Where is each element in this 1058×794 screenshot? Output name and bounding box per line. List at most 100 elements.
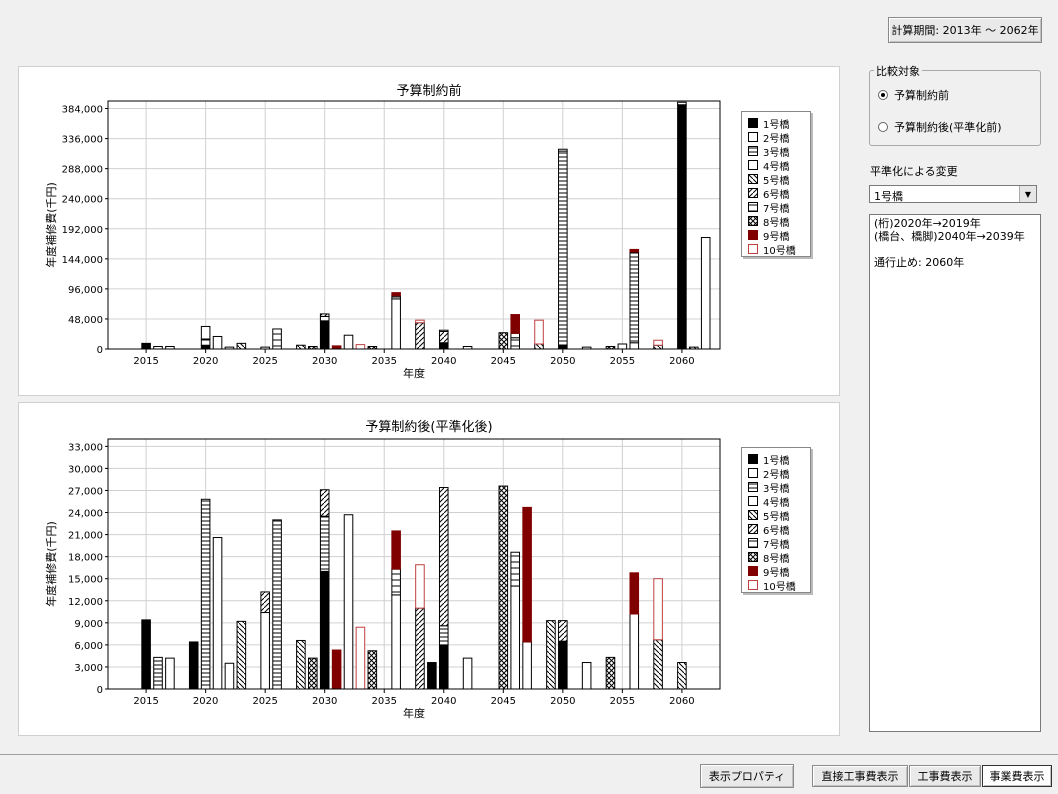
x-tick-label: 2045	[491, 356, 516, 367]
legend-swatch	[748, 174, 758, 184]
radio-before[interactable]: 予算制約前	[878, 87, 949, 103]
radio-before-dot[interactable]	[878, 90, 888, 100]
bridge-select[interactable]: 1号橋 ▼	[869, 185, 1037, 203]
chart-after: 0 3,000 6,000 9,000 12,000 15,000 18,000 21,000…	[44, 438, 721, 720]
radio-after-dot[interactable]	[878, 122, 888, 132]
legend-item: 6号橋	[748, 186, 789, 201]
x-tick-label: 2030	[312, 356, 337, 367]
change-notes: (桁)2020年→2019年 (橋台、橋脚)2040年→2039年 通行止め: …	[869, 214, 1041, 732]
note-line: (橋台、橋脚)2040年→2039年	[874, 230, 1025, 243]
bar-segment-2038-6	[415, 322, 425, 350]
legend-label: 9号橋	[763, 231, 790, 243]
period-button[interactable]: 計算期間: 2013年 ～ 2062年	[888, 17, 1042, 43]
y-tick-label: 144,000	[62, 255, 103, 266]
legend-label: 1号橋	[763, 119, 790, 131]
bar-segment-2040-1	[438, 644, 449, 690]
radio-after[interactable]: 予算制約後(平準化前)	[878, 119, 1002, 135]
bar-segment-2032-2	[343, 514, 354, 690]
tab-direct-cost[interactable]: 直接工事費表示	[812, 765, 908, 787]
bar-segment-2020-1	[200, 344, 211, 350]
legend-item: 7号橋	[748, 200, 789, 215]
bar-segment-2055-4	[617, 343, 628, 350]
legend-label: 2号橋	[763, 469, 790, 481]
y-tick-label: 336,000	[62, 135, 103, 146]
bar-segment-2038-10	[415, 319, 425, 324]
legend-item: 3号橋	[748, 480, 789, 495]
legend-swatch	[748, 538, 758, 548]
bar-segment-2040-3	[438, 329, 449, 332]
bar-segment-2036-2	[391, 298, 401, 350]
bar-segment-2030-7	[319, 315, 330, 322]
legend-swatch	[748, 496, 758, 506]
bar-segment-2025-6	[260, 591, 270, 614]
legend-swatch	[748, 244, 758, 254]
legend-swatch	[748, 202, 758, 212]
bar-segment-2052-2	[581, 662, 592, 690]
bar-segment-2048-5	[534, 343, 544, 350]
legend-item: 7号橋	[748, 536, 790, 551]
chevron-down-icon[interactable]: ▼	[1019, 186, 1036, 202]
bar-segment-2030-6	[319, 313, 330, 317]
bar-segment-2047-2	[522, 641, 532, 690]
x-tick-label: 2050	[550, 356, 575, 367]
bar-segment-2036-9	[391, 530, 401, 570]
legend-label: 4号橋	[763, 161, 790, 173]
legend-swatch	[748, 132, 758, 142]
legend-label: 1号橋	[763, 455, 790, 467]
tab-construction-cost[interactable]: 工事費表示	[909, 765, 981, 787]
bar-segment-2050-1	[558, 344, 568, 350]
bar-segment-2056-2	[629, 613, 640, 690]
bar-segment-2036-2	[391, 594, 401, 690]
legend-swatch	[748, 482, 758, 492]
bar-segment-2060-1	[677, 104, 687, 350]
legend-swatch	[748, 216, 758, 226]
y-tick-label: 3,000	[74, 663, 103, 674]
y-tick-label: 6,000	[74, 641, 103, 652]
x-tick-label: 2015	[133, 356, 158, 367]
tab-project-cost[interactable]: 事業費表示	[982, 765, 1052, 787]
legend-label: 8号橋	[763, 217, 790, 229]
legend-swatch	[748, 454, 758, 464]
legend-item: 2号橋	[748, 130, 789, 145]
x-tick-label: 2050	[550, 696, 575, 707]
legend-before: 1号橋 2号橋 3号橋 4号橋 5号橋 6号橋 7号橋 8号橋 9号橋 10号橋	[741, 111, 811, 257]
bar-segment-2049-5	[546, 620, 556, 690]
legend-label: 10号橋	[763, 581, 796, 593]
x-tick-label: 2025	[252, 356, 277, 367]
legend-label: 4号橋	[763, 497, 790, 509]
y-tick-label: 288,000	[62, 165, 103, 176]
legend-label: 5号橋	[763, 175, 790, 187]
x-tick-label: 2055	[610, 356, 635, 367]
chart-panel-after: 予算制約後(平準化後) 0 3,000 6,000 9,000 12,000 15,000…	[18, 402, 840, 736]
legend-item: 9号橋	[748, 228, 790, 243]
legend-label: 10号橋	[763, 245, 796, 257]
y-tick-label: 30,000	[68, 464, 103, 475]
bar-segment-2050-6	[558, 620, 568, 642]
bar-segment-2058-10	[653, 339, 663, 346]
legend-after: 1号橋 2号橋 3号橋 4号橋 5号橋 6号橋 7号橋 8号橋 9号橋 10号橋	[741, 447, 811, 593]
bar-segment-2028-5	[296, 344, 306, 350]
legend-item: 9号橋	[748, 564, 789, 579]
bar-segment-2026-3	[272, 519, 282, 690]
x-tick-label: 2040	[431, 356, 456, 367]
bar-segment-2016-3	[153, 656, 163, 690]
y-tick-label: 96,000	[68, 285, 103, 296]
legend-item: 1号橋	[748, 116, 790, 131]
bar-segment-2021-2	[212, 537, 223, 690]
bar-segment-2038-6	[415, 607, 425, 690]
bar-segment-2020-3	[200, 498, 211, 690]
bar-segment-2030-6	[319, 489, 330, 517]
y-tick-label: 18,000	[68, 553, 103, 564]
display-properties-button[interactable]: 表示プロパティ	[700, 764, 794, 788]
bar-segment-2039-1	[427, 662, 437, 690]
y-tick-label: 192,000	[62, 225, 103, 236]
legend-label: 7号橋	[763, 539, 790, 551]
bar-segment-2056-2	[629, 342, 640, 350]
bar-segment-2048-10	[534, 319, 544, 345]
bar-segment-2060-7	[677, 101, 687, 106]
x-axis-label: 年度	[403, 366, 425, 380]
bar-segment-2042-2	[462, 657, 473, 690]
y-tick-label: 24,000	[68, 509, 103, 520]
legend-swatch	[748, 552, 758, 562]
legend-swatch	[748, 580, 758, 590]
